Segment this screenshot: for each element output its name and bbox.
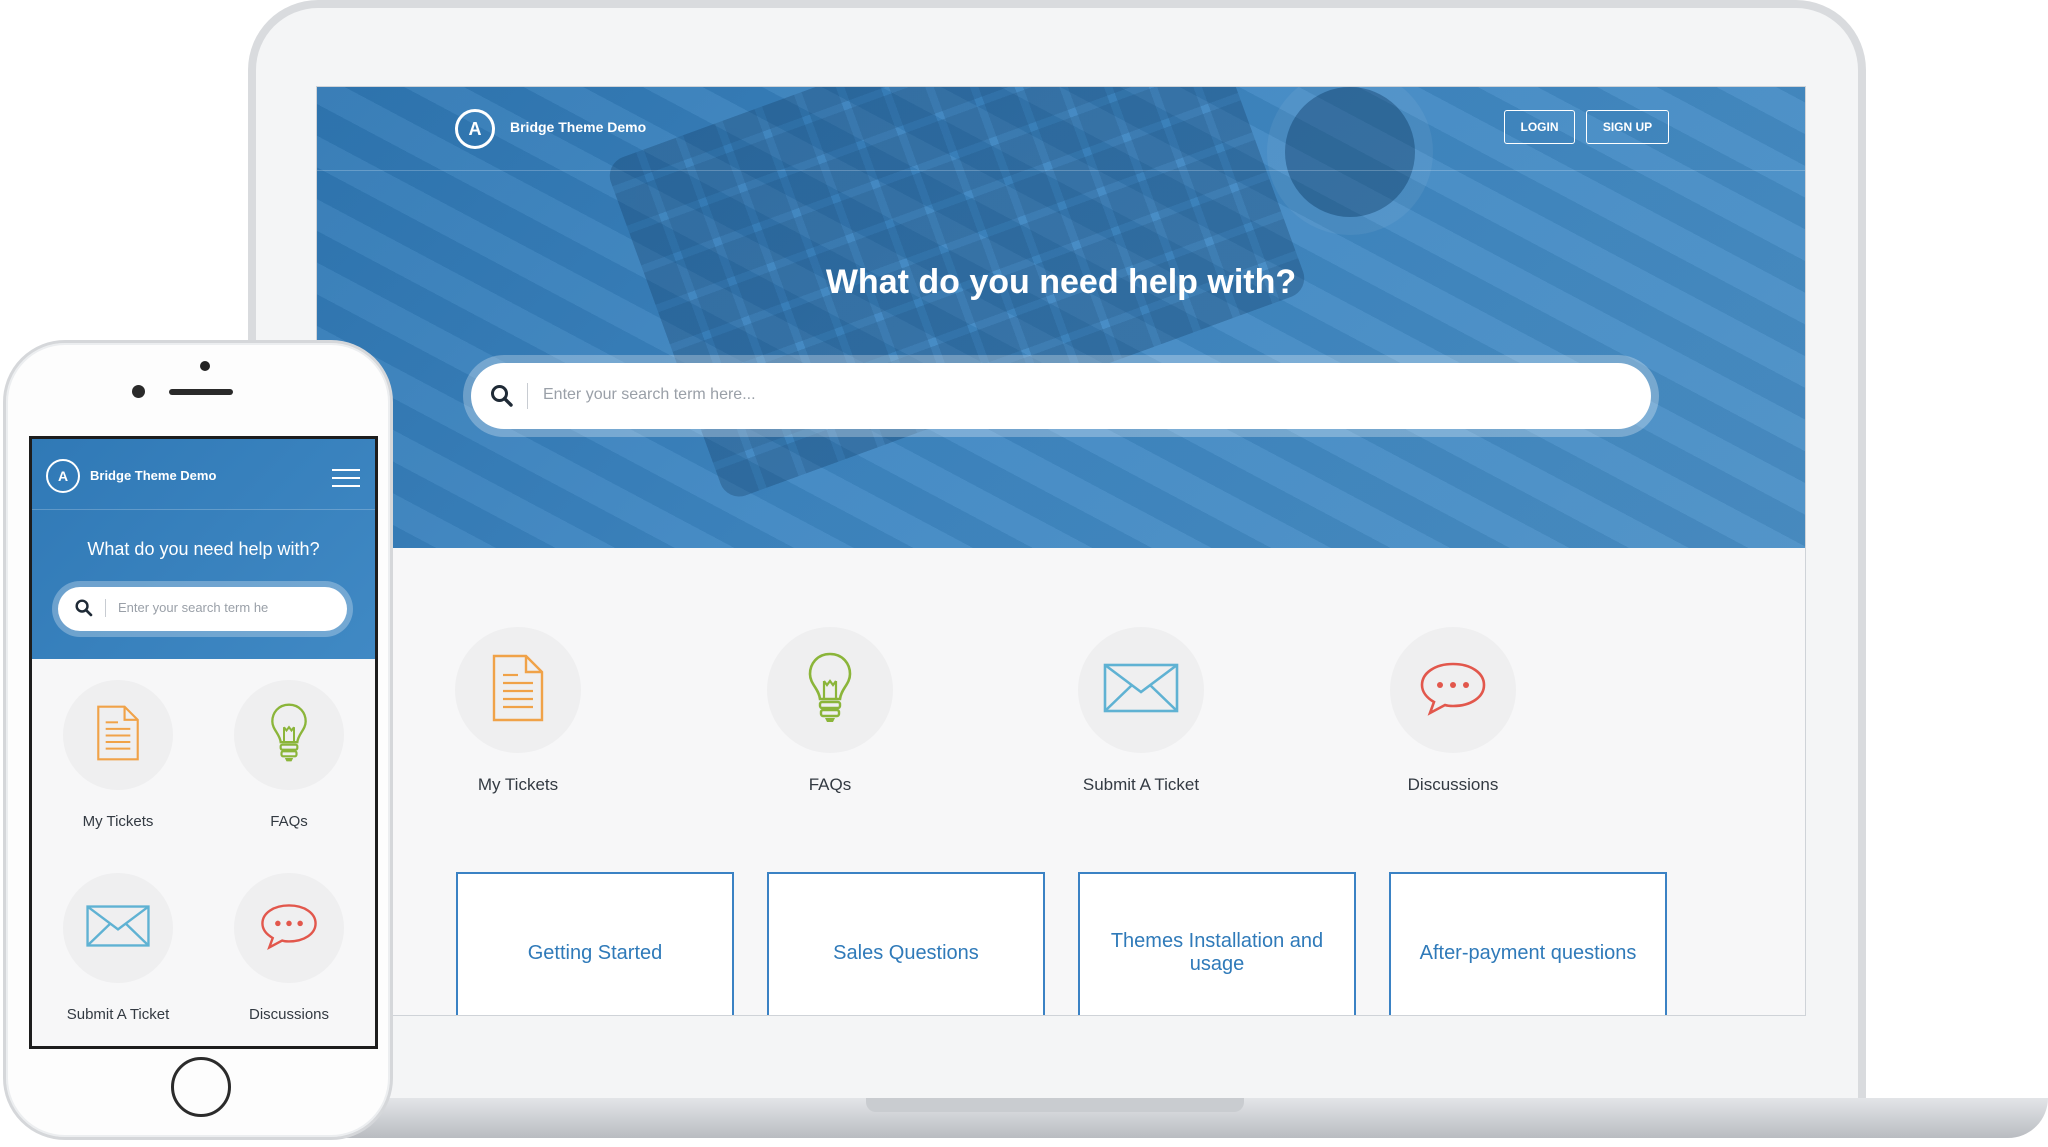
login-button[interactable]: LOGIN bbox=[1504, 110, 1575, 144]
category-label-my-tickets[interactable]: My Tickets bbox=[418, 775, 618, 795]
topic-after-payment[interactable]: After-payment questions bbox=[1389, 872, 1667, 1015]
mobile-category-my-tickets[interactable] bbox=[63, 680, 173, 790]
mobile-nav-divider bbox=[32, 509, 375, 510]
category-submit-ticket[interactable] bbox=[1078, 627, 1204, 753]
category-label-faqs[interactable]: FAQs bbox=[730, 775, 930, 795]
lightbulb-icon bbox=[269, 702, 309, 769]
brand-logo-icon[interactable]: A bbox=[455, 109, 495, 149]
phone-camera bbox=[200, 361, 210, 371]
hamburger-menu-icon[interactable] bbox=[332, 469, 360, 487]
desktop-screen: A Bridge Theme Demo LOGIN SIGN UP What d… bbox=[316, 86, 1806, 1016]
category-label-discussions[interactable]: Discussions bbox=[1353, 775, 1553, 795]
mobile-search-input[interactable]: Enter your search term he bbox=[58, 587, 347, 631]
chat-bubble-icon bbox=[259, 902, 319, 955]
mobile-brand-name[interactable]: Bridge Theme Demo bbox=[90, 468, 216, 483]
phone-speaker bbox=[169, 389, 233, 395]
search-bar: Enter your search term here... bbox=[463, 355, 1659, 437]
mobile-category-label-faqs[interactable]: FAQs bbox=[209, 813, 369, 830]
mobile-brand-logo-icon[interactable]: A bbox=[46, 459, 80, 493]
topic-sales-questions[interactable]: Sales Questions bbox=[767, 872, 1045, 1015]
chat-bubble-icon bbox=[1418, 660, 1488, 721]
lightbulb-icon bbox=[806, 651, 854, 730]
mobile-category-label-submit-ticket[interactable]: Submit A Ticket bbox=[38, 1006, 198, 1023]
hero-title: What do you need help with? bbox=[825, 263, 1297, 301]
envelope-icon bbox=[85, 904, 151, 953]
search-icon bbox=[489, 383, 515, 409]
category-label-submit-ticket[interactable]: Submit A Ticket bbox=[1041, 775, 1241, 795]
mobile-search-separator bbox=[105, 599, 106, 617]
document-icon bbox=[490, 653, 546, 728]
mobile-search-bar: Enter your search term he bbox=[52, 581, 353, 637]
phone-home-button[interactable] bbox=[171, 1057, 231, 1117]
mobile-category-submit-ticket[interactable] bbox=[63, 873, 173, 983]
search-placeholder: Enter your search term here... bbox=[543, 386, 756, 403]
mobile-search-placeholder: Enter your search term he bbox=[118, 600, 269, 615]
mobile-hero-title: What do you need help with? bbox=[87, 539, 320, 559]
hero-banner: A Bridge Theme Demo LOGIN SIGN UP What d… bbox=[317, 87, 1805, 548]
search-input[interactable]: Enter your search term here... bbox=[471, 363, 1651, 429]
brand-name[interactable]: Bridge Theme Demo bbox=[510, 119, 646, 135]
category-faqs[interactable] bbox=[767, 627, 893, 753]
topic-themes-installation[interactable]: Themes Installation and usage bbox=[1078, 872, 1356, 1015]
search-separator bbox=[527, 383, 528, 409]
laptop-notch bbox=[866, 1098, 1244, 1112]
mobile-search-icon bbox=[74, 598, 94, 623]
mobile-category-faqs[interactable] bbox=[234, 680, 344, 790]
top-nav: A Bridge Theme Demo LOGIN SIGN UP bbox=[317, 87, 1805, 171]
topic-getting-started[interactable]: Getting Started bbox=[456, 872, 734, 1015]
mobile-category-label-my-tickets[interactable]: My Tickets bbox=[38, 813, 198, 830]
category-discussions[interactable] bbox=[1390, 627, 1516, 753]
phone-front-lens bbox=[132, 385, 145, 398]
document-icon bbox=[95, 704, 141, 767]
mobile-hero: A Bridge Theme Demo What do you need hel… bbox=[32, 439, 375, 659]
signup-button[interactable]: SIGN UP bbox=[1586, 110, 1669, 144]
mobile-category-label-discussions[interactable]: Discussions bbox=[209, 1006, 369, 1023]
envelope-icon bbox=[1102, 662, 1180, 719]
mobile-screen: A Bridge Theme Demo What do you need hel… bbox=[29, 436, 378, 1049]
category-my-tickets[interactable] bbox=[455, 627, 581, 753]
mobile-category-discussions[interactable] bbox=[234, 873, 344, 983]
phone-frame: A Bridge Theme Demo What do you need hel… bbox=[3, 340, 393, 1140]
